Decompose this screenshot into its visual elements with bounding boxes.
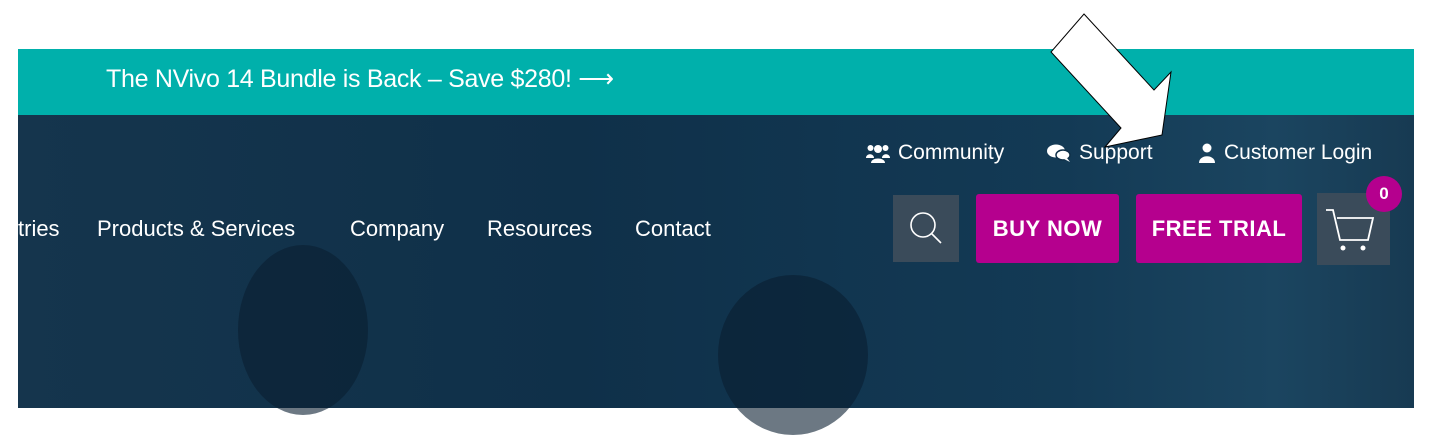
annotation-arrow-icon (1050, 13, 1172, 148)
